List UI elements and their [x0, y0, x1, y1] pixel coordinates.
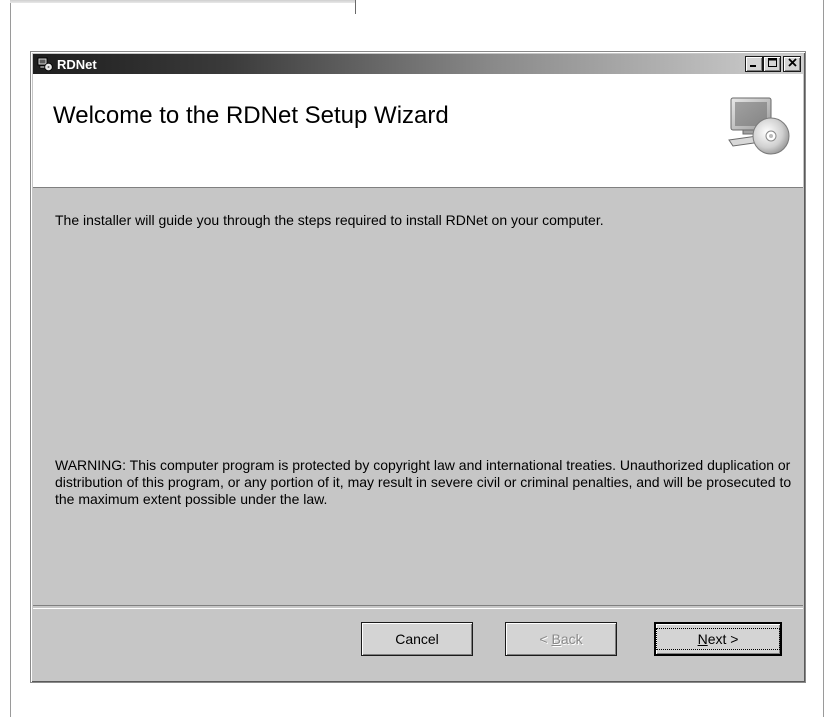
page-title: Welcome to the RDNet Setup Wizard [53, 102, 449, 129]
window-title: RDNet [57, 56, 97, 72]
maximize-icon [767, 58, 777, 70]
page-frame-top [10, 0, 355, 3]
computer-cd-icon [727, 96, 791, 156]
close-button[interactable] [783, 56, 801, 72]
copyright-warning: WARNING: This computer program is protec… [55, 457, 792, 507]
next-label: Next > [656, 628, 780, 650]
next-button[interactable]: Next > [654, 622, 782, 656]
next-mnemonic: N [697, 631, 708, 647]
minimize-button[interactable] [745, 56, 763, 72]
cancel-label: Cancel [395, 631, 439, 647]
intro-text: The installer will guide you through the… [55, 212, 604, 228]
back-label: < Back [539, 631, 582, 647]
setup-wizard-window: RDNet Welcome to the RDNet Setup Wizard … [30, 51, 806, 683]
back-rest: ack [560, 631, 583, 647]
wizard-banner: Welcome to the RDNet Setup Wizard [33, 74, 803, 188]
button-separator [33, 605, 803, 609]
title-bar[interactable]: RDNet [33, 54, 803, 74]
window-controls [745, 56, 801, 72]
back-prefix: < [539, 631, 552, 647]
minimize-icon [750, 58, 758, 70]
page-frame-left [10, 0, 11, 717]
page: RDNet Welcome to the RDNet Setup Wizard … [0, 0, 824, 717]
installer-app-icon [37, 56, 53, 72]
back-mnemonic: B [551, 631, 561, 647]
back-button[interactable]: < Back [505, 622, 617, 656]
close-icon [787, 58, 797, 70]
page-frame-divider [355, 0, 356, 14]
next-rest: ext > [707, 631, 739, 647]
cancel-button[interactable]: Cancel [361, 622, 473, 656]
maximize-button[interactable] [763, 56, 781, 72]
